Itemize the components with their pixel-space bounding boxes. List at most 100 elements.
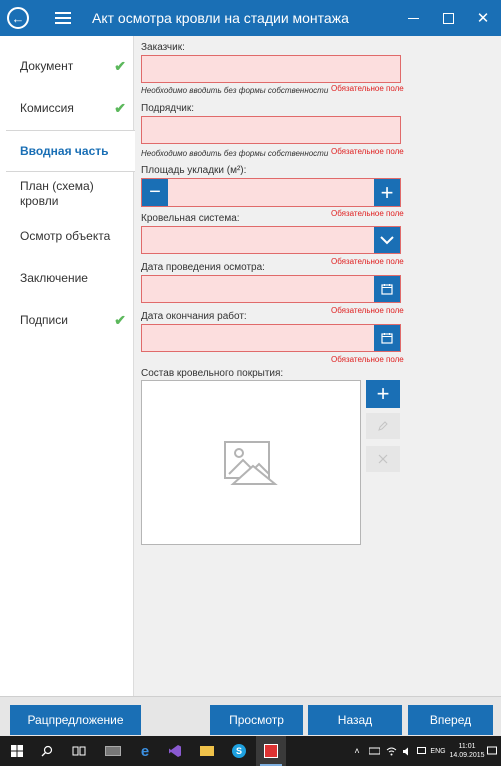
taskbar-app-device[interactable]	[100, 736, 126, 766]
calendar-icon	[381, 284, 393, 295]
work-end-date-label: Дата окончания работ:	[141, 311, 247, 322]
menu-button[interactable]	[48, 0, 78, 36]
sidebar-item-commission[interactable]: Комиссия ✔	[6, 88, 134, 128]
tray-network[interactable]	[366, 736, 382, 766]
back-arrow-icon: ←	[7, 7, 29, 29]
area-label: Площадь укладки (м²):	[141, 165, 247, 176]
inspection-date-label: Дата проведения осмотра:	[141, 262, 265, 273]
work-end-date-required: Обязательное поле	[331, 355, 404, 364]
maximize-icon	[442, 12, 454, 24]
plus-icon: +	[376, 381, 390, 406]
sidebar-item-roof-plan[interactable]: План (схема) кровли	[6, 174, 134, 214]
check-icon: ✔	[114, 311, 126, 328]
contractor-required: Обязательное поле	[331, 147, 404, 156]
app-icon	[264, 744, 278, 758]
minimize-button[interactable]	[396, 0, 430, 36]
inspection-date-picker-button[interactable]	[374, 276, 400, 302]
window-title: Акт осмотра кровли на стадии монтажа	[92, 10, 349, 26]
search-button[interactable]	[34, 736, 60, 766]
minimize-icon	[407, 17, 419, 19]
composition-label: Состав кровельного покрытия:	[141, 368, 284, 379]
sidebar-item-document[interactable]: Документ ✔	[6, 46, 134, 86]
image-placeholder-icon	[224, 440, 278, 485]
taskbar-app-explorer[interactable]	[194, 736, 220, 766]
taskbar-app-visual-studio[interactable]	[162, 736, 188, 766]
sidebar-item-intro[interactable]: Вводная часть	[6, 130, 135, 172]
minus-icon: −	[149, 181, 161, 203]
wifi-icon	[386, 747, 396, 755]
sidebar-item-label: Вводная часть	[20, 144, 109, 158]
customer-label: Заказчик:	[141, 42, 185, 53]
customer-input[interactable]	[141, 55, 401, 83]
add-layer-button[interactable]: +	[366, 380, 400, 408]
back-nav-button[interactable]: Назад	[308, 705, 402, 735]
roof-system-select[interactable]	[141, 226, 401, 254]
sidebar: Документ ✔ Комиссия ✔ Вводная часть План…	[0, 36, 135, 696]
composition-image-placeholder[interactable]	[141, 380, 361, 545]
inspection-date-input[interactable]	[141, 275, 401, 303]
task-view-icon	[72, 746, 86, 756]
tray-wifi[interactable]	[384, 736, 398, 766]
calendar-icon	[381, 333, 393, 344]
action-bar: Рацпредложение Просмотр Назад Вперед	[0, 696, 501, 736]
taskbar-app-skype[interactable]: S	[226, 736, 252, 766]
windows-logo-icon	[11, 745, 23, 757]
roof-system-label: Кровельная система:	[141, 213, 240, 224]
forward-button[interactable]: Вперед	[408, 705, 493, 735]
increment-button[interactable]: +	[374, 179, 400, 206]
volume-icon	[402, 747, 408, 755]
clock[interactable]: 11:01 14.09.2015	[449, 736, 485, 766]
preview-button[interactable]: Просмотр	[210, 705, 303, 735]
work-end-date-picker-button[interactable]	[374, 325, 400, 351]
customer-required: Обязательное поле	[331, 84, 404, 93]
close-icon: ✕	[476, 10, 490, 27]
contractor-label: Подрядчик:	[141, 103, 195, 114]
chevron-up-icon: ˄	[354, 746, 360, 756]
maximize-button[interactable]	[431, 0, 465, 36]
action-center-button[interactable]	[484, 736, 500, 766]
taskbar-app-current[interactable]	[256, 736, 286, 766]
delete-layer-button[interactable]	[366, 446, 400, 472]
back-button[interactable]: ←	[0, 0, 36, 36]
area-input[interactable]	[141, 178, 401, 207]
work-end-date-input[interactable]	[141, 324, 401, 352]
edit-layer-button[interactable]	[366, 413, 400, 439]
clock-date: 14.09.2015	[449, 752, 485, 759]
inspection-date-required: Обязательное поле	[331, 306, 404, 315]
form-area: Заказчик: Необходимо вводить без формы с…	[134, 36, 501, 696]
reject-button[interactable]: Рацпредложение	[10, 705, 141, 735]
message-icon	[416, 746, 426, 754]
decrement-button[interactable]: −	[142, 179, 168, 206]
roof-system-dropdown-button[interactable]	[374, 227, 400, 253]
tray-chevron[interactable]: ˄	[350, 736, 364, 766]
tray-notifications[interactable]	[414, 736, 428, 766]
close-button[interactable]: ✕	[466, 0, 500, 36]
pencil-icon	[378, 421, 388, 431]
check-icon: ✔	[114, 57, 126, 74]
skype-icon: S	[232, 744, 246, 758]
contractor-hint: Необходимо вводить без формы собственнос…	[141, 149, 329, 158]
check-icon: ✔	[114, 99, 126, 116]
contractor-input[interactable]	[141, 116, 401, 144]
language-indicator[interactable]: ENG	[428, 736, 448, 766]
folder-icon	[200, 746, 214, 756]
sidebar-item-label: План (схема) кровли	[20, 179, 94, 208]
action-center-icon	[487, 746, 497, 755]
taskbar: e S ˄ ENG 11:01 14.09.2015	[0, 736, 501, 766]
title-bar: ← Акт осмотра кровли на стадии монтажа ✕	[0, 0, 501, 36]
start-button[interactable]	[4, 736, 30, 766]
sidebar-item-label: Подписи	[20, 313, 68, 327]
sidebar-item-signatures[interactable]: Подписи ✔	[6, 300, 134, 340]
customer-hint: Необходимо вводить без формы собственнос…	[141, 86, 329, 95]
sidebar-item-label: Комиссия	[20, 101, 74, 115]
sidebar-item-conclusion[interactable]: Заключение	[6, 258, 134, 298]
tray-volume[interactable]	[400, 736, 414, 766]
network-icon	[368, 747, 380, 754]
hamburger-icon	[55, 12, 71, 24]
taskbar-app-edge[interactable]: e	[132, 736, 158, 766]
area-required: Обязательное поле	[331, 209, 404, 218]
roof-system-required: Обязательное поле	[331, 257, 404, 266]
sidebar-item-inspection[interactable]: Осмотр объекта	[6, 216, 134, 256]
clock-time: 11:01	[458, 743, 476, 750]
task-view-button[interactable]	[66, 736, 92, 766]
